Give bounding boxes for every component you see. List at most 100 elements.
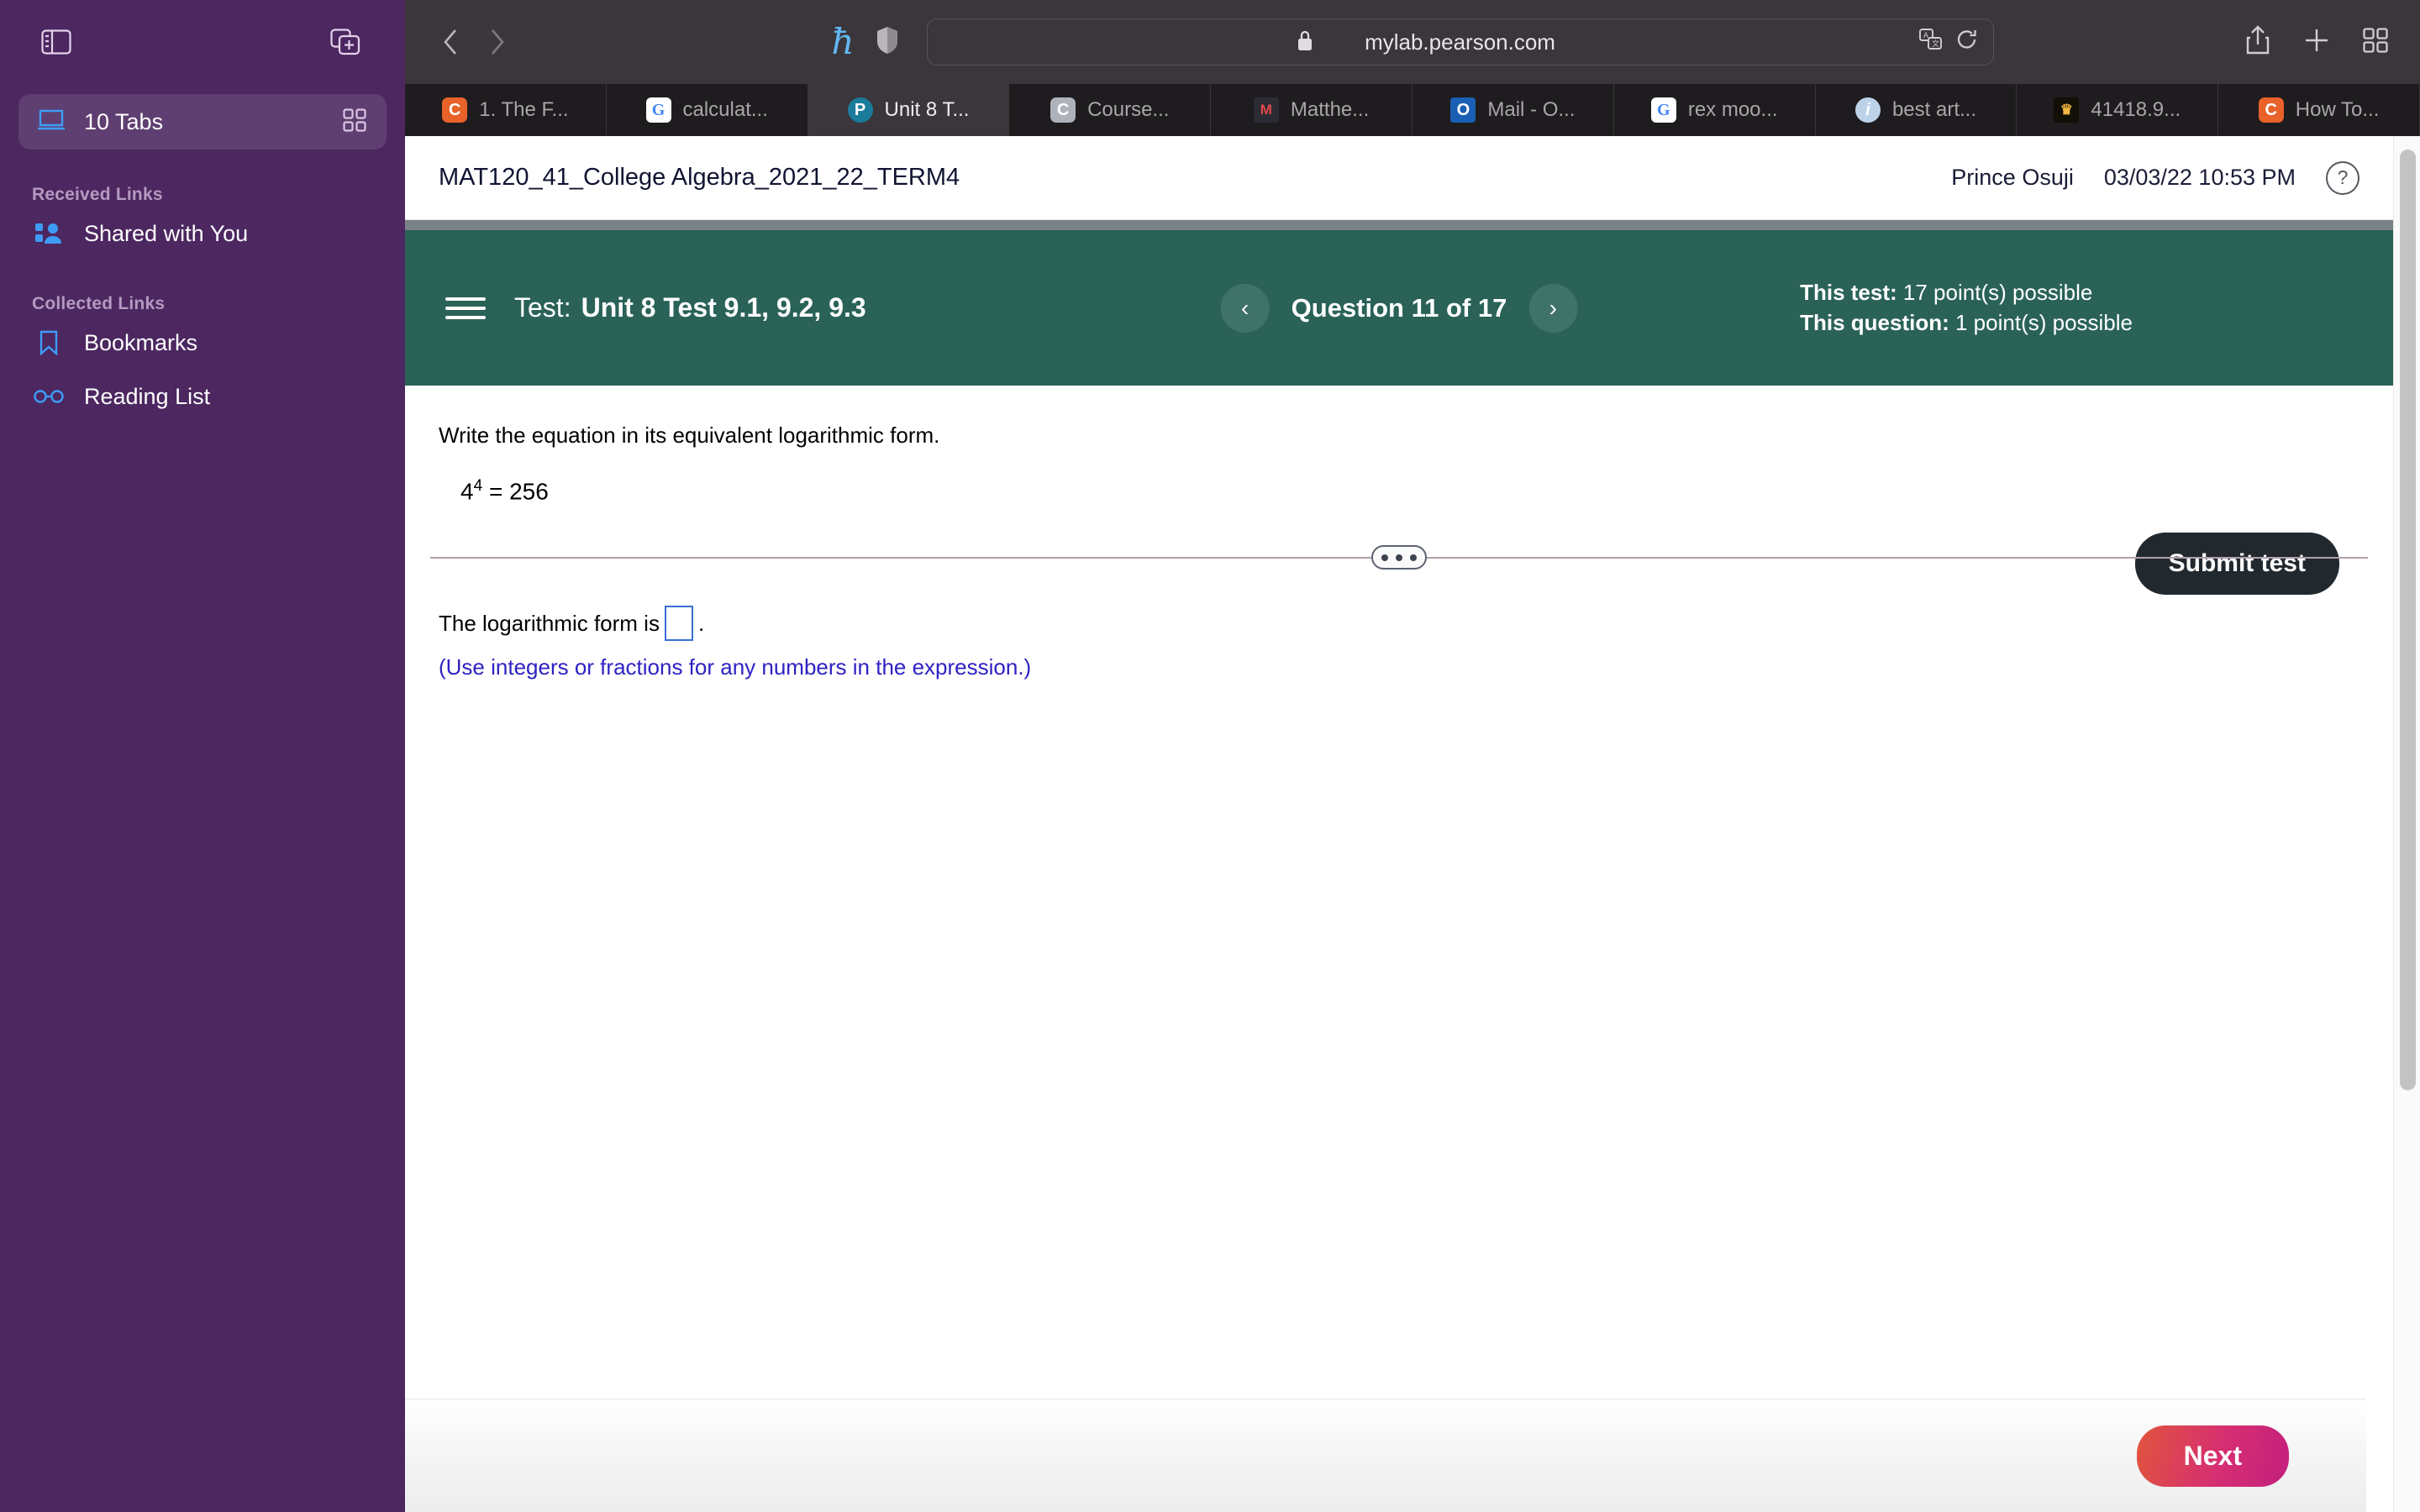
pearson-icon: P [847, 97, 873, 123]
test-name: Unit 8 Test 9.1, 9.2, 9.3 [581, 292, 866, 323]
splitter-handle-icon[interactable] [1371, 545, 1427, 570]
course-header-right: Prince Osuji 03/03/22 10:53 PM ? [1951, 160, 2360, 195]
hamburger-menu-icon[interactable] [445, 297, 486, 319]
tab-label: 1. The F... [479, 98, 569, 121]
test-toolbar: Test: Unit 8 Test 9.1, 9.2, 9.3 ‹ Questio… [405, 230, 2393, 595]
browser-tab[interactable]: ♛ 41418.9... [2017, 84, 2219, 136]
user-name: Prince Osuji [1951, 165, 2074, 190]
tab-label: How To... [2295, 98, 2380, 121]
browser-tab[interactable]: C 1. The F... [405, 84, 607, 136]
forward-chevron-icon[interactable] [474, 18, 521, 66]
translate-icon[interactable]: A 文 [1918, 28, 1943, 56]
matthew-site-icon: M [1253, 97, 1279, 123]
test-points-value: 17 point(s) possible [1902, 279, 2093, 305]
bookmark-icon [32, 330, 66, 355]
browser-tab[interactable]: Grex moo... [1614, 84, 1816, 136]
tab-label: 41418.9... [2091, 98, 2181, 121]
tab-label: calculat... [682, 98, 768, 121]
equation-rest: = 256 [488, 478, 549, 505]
browser-tab[interactable]: C How To... [2218, 84, 2420, 136]
answer-area: The logarithmic form is . (Use integers … [405, 570, 2393, 680]
panel-splitter[interactable] [405, 545, 2393, 570]
test-points-line: This test: 17 point(s) possible [1800, 277, 2133, 308]
points-summary: This test: 17 point(s) possible This que… [1800, 277, 2133, 339]
page-title: MAT120_41_College Algebra_2021_22_TERM4 [439, 164, 960, 191]
tab-overview-icon[interactable] [2363, 27, 2388, 57]
sidebar-toggle-icon[interactable] [34, 19, 79, 65]
shield-privacy-icon[interactable] [876, 26, 898, 59]
canvas-course-icon: C [1050, 97, 1076, 123]
answer-input[interactable] [664, 606, 693, 642]
tab-label: Matthe... [1290, 98, 1370, 121]
browser-tab[interactable]: M Matthe... [1211, 84, 1413, 136]
toolbar-right-group [2245, 24, 2388, 60]
page-footer: Next [405, 1399, 2366, 1512]
next-button[interactable]: Next [2136, 1425, 2289, 1487]
shared-with-you-icon [32, 222, 66, 245]
tab-label: Mail - O... [1487, 98, 1576, 121]
question-counter: Question 11 of 17 [1291, 292, 1507, 323]
url-text: mylab.pearson.com [1365, 29, 1555, 55]
sidebar-item-shared-with-you[interactable]: Shared with You [18, 208, 387, 259]
next-question-button[interactable]: › [1528, 283, 1578, 333]
glasses-icon [32, 388, 66, 405]
sidebar-item-label: Reading List [84, 383, 211, 409]
dark-site-icon: ♛ [2054, 97, 2080, 123]
test-prefix: Test: [514, 292, 571, 323]
question-prompt: Write the equation in its equivalent log… [439, 423, 940, 448]
screen-icon [37, 108, 66, 136]
back-chevron-icon[interactable] [427, 18, 474, 66]
help-icon[interactable]: ? [2326, 160, 2360, 195]
previous-question-button[interactable]: ‹ [1220, 283, 1270, 333]
tab-label: Course... [1087, 98, 1170, 121]
question-navigator: ‹ Question 11 of 17 › [1220, 283, 1578, 333]
canvas-icon: C [442, 97, 468, 123]
sidebar-item-tabs[interactable]: 10 Tabs [18, 94, 387, 150]
tab-label: best art... [1891, 98, 1976, 121]
tab-label: Unit 8 T... [884, 98, 970, 121]
tab-grid-icon[interactable] [343, 108, 366, 136]
question-points-value: 1 point(s) possible [1955, 310, 2133, 336]
current-datetime: 03/03/22 10:53 PM [2103, 165, 2296, 190]
answer-line: The logarithmic form is . [439, 606, 2393, 642]
sidebar-section-received-links: Received Links [32, 185, 163, 204]
sidebar-tabs-label: 10 Tabs [84, 108, 164, 134]
browser-tab[interactable]: Gcalculat... [607, 84, 808, 136]
plus-new-tab-icon[interactable] [2304, 28, 2329, 57]
reload-icon[interactable] [1956, 29, 1978, 56]
browser-tab[interactable]: O Mail - O... [1413, 84, 1614, 136]
google-icon: G [1650, 97, 1676, 123]
new-tab-group-icon[interactable] [323, 19, 368, 65]
browser-tab[interactable]: C Course... [1009, 84, 1212, 136]
browser-window: 10 Tabs Received Links Shared with You C… [0, 0, 2420, 1512]
answer-hint: (Use integers or fractions for any numbe… [439, 654, 1032, 680]
test-title: Test: Unit 8 Test 9.1, 9.2, 9.3 [514, 292, 866, 323]
browser-tab[interactable]: P Unit 8 T... [808, 84, 1010, 136]
answer-label-before: The logarithmic form is [439, 610, 660, 636]
google-icon: G [645, 97, 671, 123]
url-bar[interactable]: mylab.pearson.com A 文 [926, 18, 1994, 66]
test-points-label: This test: [1800, 279, 1897, 305]
share-icon[interactable] [2245, 24, 2270, 60]
svg-text:A: A [1923, 31, 1928, 39]
question-points-label: This question: [1800, 310, 1949, 336]
course-header: MAT120_41_College Algebra_2021_22_TERM4 … [405, 136, 2393, 220]
page-scrollbar[interactable] [2393, 136, 2420, 1512]
honey-extension-icon[interactable]: ħ [831, 24, 854, 60]
sidebar-item-label: Shared with You [84, 220, 249, 246]
equation-base: 4 [460, 478, 474, 505]
toolbar-center-group: ħ mylab.pearson.com A 文 [405, 0, 2420, 84]
svg-text:文: 文 [1932, 39, 1939, 48]
sidebar-item-label: Bookmarks [84, 329, 198, 355]
info-icon: i [1854, 97, 1881, 123]
page-inner: MAT120_41_College Algebra_2021_22_TERM4 … [405, 136, 2393, 1512]
outlook-icon: O [1450, 97, 1476, 123]
browser-sidebar: 10 Tabs Received Links Shared with You C… [0, 0, 405, 1512]
sidebar-item-reading-list[interactable]: Reading List [18, 371, 387, 422]
sidebar-item-bookmarks[interactable]: Bookmarks [18, 318, 387, 368]
question-equation: 44 = 256 [460, 477, 2393, 505]
scrollbar-thumb[interactable] [2400, 150, 2416, 1090]
browser-tab[interactable]: i best art... [1816, 84, 2018, 136]
sidebar-section-collected-links: Collected Links [32, 294, 166, 313]
url-bar-actions: A 文 [1918, 28, 1978, 56]
